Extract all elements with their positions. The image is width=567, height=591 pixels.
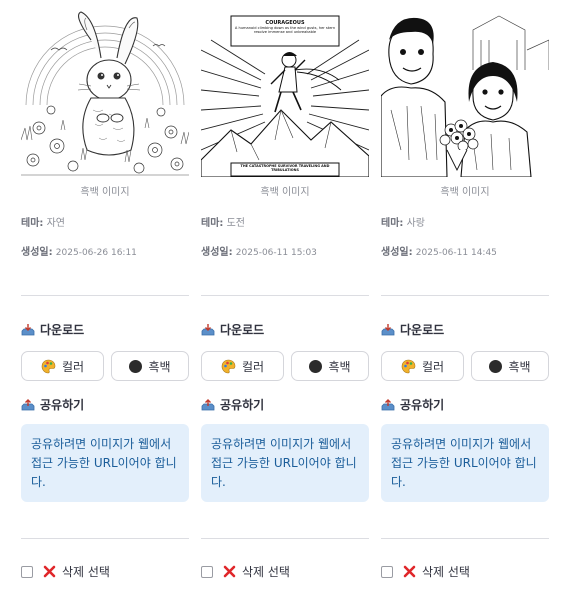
image-card-1: 흑백 이미지 테마: 자연 생성일: 2025-06-26 16:11 다운로드… <box>21 0 189 591</box>
rabbit-lineart-image <box>21 10 189 177</box>
comic-lineart-image: COURAGEOUS A humanoid climbing down as t… <box>201 10 369 177</box>
divider <box>21 538 189 539</box>
divider <box>381 538 549 539</box>
comic-bottom-body: THE CATASTROPHE SURVIVOR TRAVELING AND T… <box>240 164 330 173</box>
inbox-tray-icon <box>21 323 35 335</box>
theme-meta: 테마: 사랑 <box>381 218 425 229</box>
inbox-tray-icon <box>201 323 215 335</box>
black-circle-icon <box>489 359 503 373</box>
image-caption: 흑백 이미지 <box>260 187 310 198</box>
delete-select-label[interactable]: 삭제 선택 <box>62 563 110 580</box>
delete-select-row: 삭제 선택 <box>201 563 290 580</box>
download-bw-button[interactable]: 흑백 <box>291 351 369 381</box>
palette-icon <box>221 359 236 373</box>
divider <box>21 295 189 296</box>
black-circle-icon <box>309 359 323 373</box>
share-info-box: 공유하려면 이미지가 웹에서 접근 가능한 URL이어야 합니다. <box>201 424 369 502</box>
share-section-title: 공유하기 <box>381 396 444 413</box>
download-color-button[interactable]: 컬러 <box>201 351 284 381</box>
divider <box>201 295 369 296</box>
palette-icon <box>401 359 416 373</box>
download-color-button[interactable]: 컬러 <box>381 351 464 381</box>
download-bw-button[interactable]: 흑백 <box>471 351 549 381</box>
divider <box>381 295 549 296</box>
outbox-tray-icon <box>381 398 395 410</box>
download-color-button[interactable]: 컬러 <box>21 351 104 381</box>
share-info-box: 공유하려면 이미지가 웹에서 접근 가능한 URL이어야 합니다. <box>381 424 549 502</box>
download-section-title: 다운로드 <box>21 321 84 338</box>
delete-select-checkbox[interactable] <box>201 565 213 578</box>
download-bw-button[interactable]: 흑백 <box>111 351 189 381</box>
cross-mark-icon <box>43 565 56 578</box>
created-date-meta: 생성일: 2025-06-11 15:03 <box>201 247 317 258</box>
outbox-tray-icon <box>21 398 35 410</box>
theme-meta: 테마: 자연 <box>21 218 65 229</box>
thumbnail-couple-lineart[interactable] <box>381 10 549 177</box>
delete-select-checkbox[interactable] <box>381 565 393 578</box>
cross-mark-icon <box>223 565 236 578</box>
download-section-title: 다운로드 <box>381 321 444 338</box>
image-caption: 흑백 이미지 <box>80 187 130 198</box>
cross-mark-icon <box>403 565 416 578</box>
thumbnail-rabbit-lineart[interactable] <box>21 10 189 177</box>
comic-top-body: A humanoid climbing down as the wind gus… <box>234 26 336 35</box>
delete-select-label[interactable]: 삭제 선택 <box>422 563 470 580</box>
created-date-meta: 생성일: 2025-06-11 14:45 <box>381 247 497 258</box>
created-date-meta: 생성일: 2025-06-26 16:11 <box>21 247 137 258</box>
image-card-2: COURAGEOUS A humanoid climbing down as t… <box>201 0 369 591</box>
share-info-box: 공유하려면 이미지가 웹에서 접근 가능한 URL이어야 합니다. <box>21 424 189 502</box>
delete-select-label[interactable]: 삭제 선택 <box>242 563 290 580</box>
outbox-tray-icon <box>201 398 215 410</box>
share-section-title: 공유하기 <box>21 396 84 413</box>
share-section-title: 공유하기 <box>201 396 264 413</box>
image-caption: 흑백 이미지 <box>440 187 490 198</box>
delete-select-row: 삭제 선택 <box>381 563 470 580</box>
delete-select-row: 삭제 선택 <box>21 563 110 580</box>
inbox-tray-icon <box>381 323 395 335</box>
divider <box>201 538 369 539</box>
palette-icon <box>41 359 56 373</box>
couple-lineart-image <box>381 10 549 177</box>
download-section-title: 다운로드 <box>201 321 264 338</box>
thumbnail-comic-lineart[interactable]: COURAGEOUS A humanoid climbing down as t… <box>201 10 369 177</box>
theme-meta: 테마: 도전 <box>201 218 245 229</box>
black-circle-icon <box>129 359 143 373</box>
delete-select-checkbox[interactable] <box>21 565 33 578</box>
image-card-3: 흑백 이미지 테마: 사랑 생성일: 2025-06-11 14:45 다운로드… <box>381 0 549 591</box>
